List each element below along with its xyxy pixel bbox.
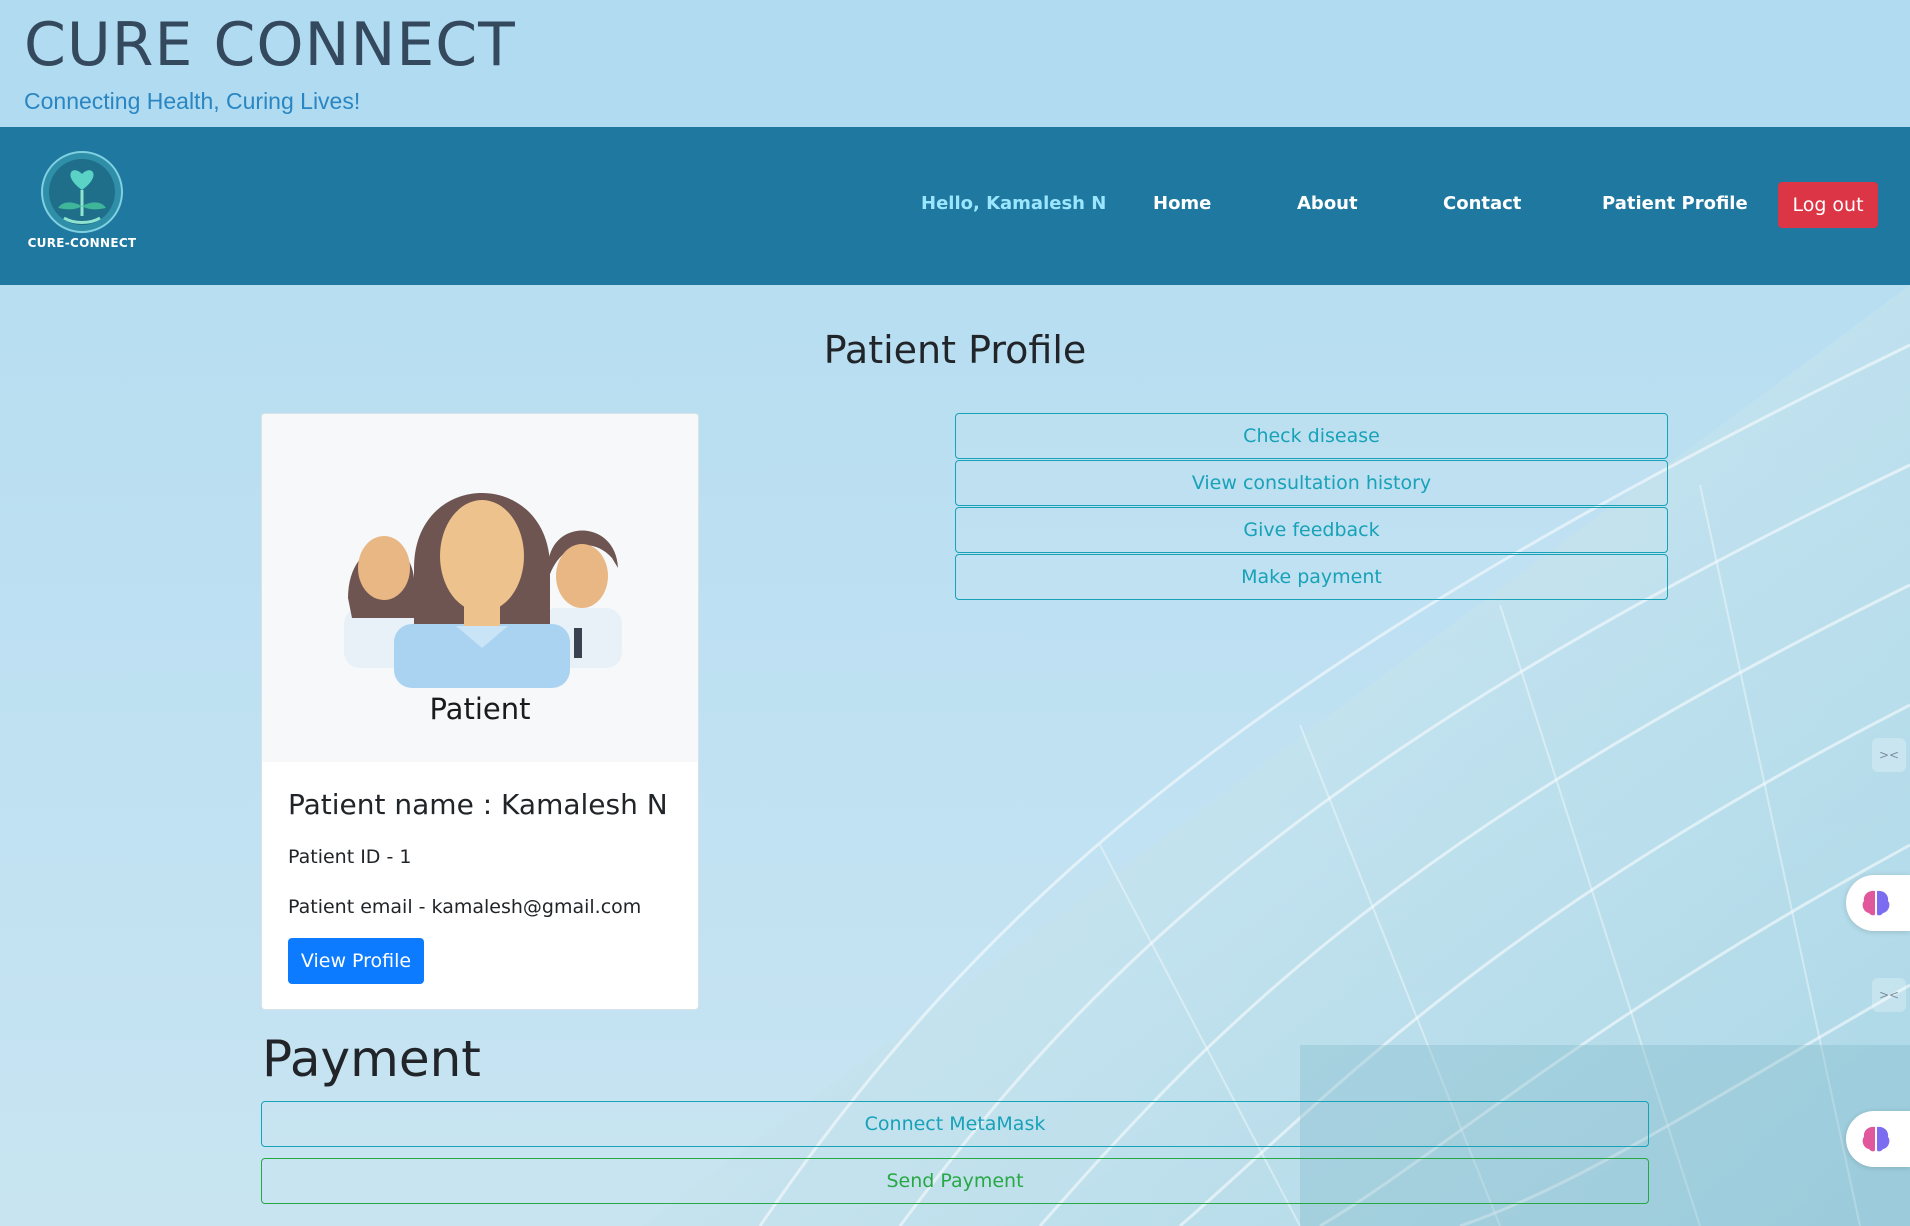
nav-patient-profile[interactable]: Patient Profile <box>1602 193 1748 214</box>
nav-home[interactable]: Home <box>1153 193 1211 214</box>
check-disease-button[interactable]: Check disease <box>955 413 1668 459</box>
logo[interactable]: CURE-CONNECT <box>24 150 140 260</box>
nav-contact[interactable]: Contact <box>1443 193 1521 214</box>
assistant-widget[interactable] <box>1846 875 1910 931</box>
collapse-widget-icon[interactable]: >< <box>1872 978 1906 1012</box>
site-title: CURE CONNECT <box>24 10 516 80</box>
logout-button[interactable]: Log out <box>1778 182 1878 228</box>
view-profile-button[interactable]: View Profile <box>288 938 424 984</box>
patient-email: Patient email - kamalesh@gmail.com <box>288 896 642 918</box>
card-image-caption: Patient <box>429 692 531 726</box>
payment-heading: Payment <box>262 1030 481 1088</box>
collapse-widget-icon[interactable]: >< <box>1872 738 1906 772</box>
connect-metamask-button[interactable]: Connect MetaMask <box>261 1101 1649 1147</box>
assistant-widget[interactable] <box>1846 1111 1910 1167</box>
card-image-area: Patient <box>262 414 698 762</box>
site-tagline: Connecting Health, Curing Lives! <box>24 88 361 114</box>
patient-id: Patient ID - 1 <box>288 846 412 868</box>
send-payment-button[interactable]: Send Payment <box>261 1158 1649 1204</box>
nav-about[interactable]: About <box>1297 193 1358 214</box>
page-title: Patient Profile <box>823 328 1087 372</box>
brain-icon <box>1860 888 1892 925</box>
give-feedback-button[interactable]: Give feedback <box>955 507 1668 553</box>
site-banner: CURE CONNECT Connecting Health, Curing L… <box>0 0 1910 127</box>
main-navbar: CURE-CONNECT Hello, Kamalesh N Home Abou… <box>0 127 1910 285</box>
make-payment-button[interactable]: Make payment <box>955 554 1668 600</box>
patient-card: Patient Patient name : Kamalesh N Patien… <box>261 413 699 1010</box>
patients-illustration <box>344 493 622 688</box>
patient-name: Patient name : Kamalesh N <box>288 788 668 821</box>
brain-icon <box>1860 1124 1892 1161</box>
logo-icon <box>41 151 123 233</box>
logo-text: CURE-CONNECT <box>27 236 137 250</box>
nav-greeting[interactable]: Hello, Kamalesh N <box>921 193 1106 214</box>
view-consultation-history-button[interactable]: View consultation history <box>955 460 1668 506</box>
